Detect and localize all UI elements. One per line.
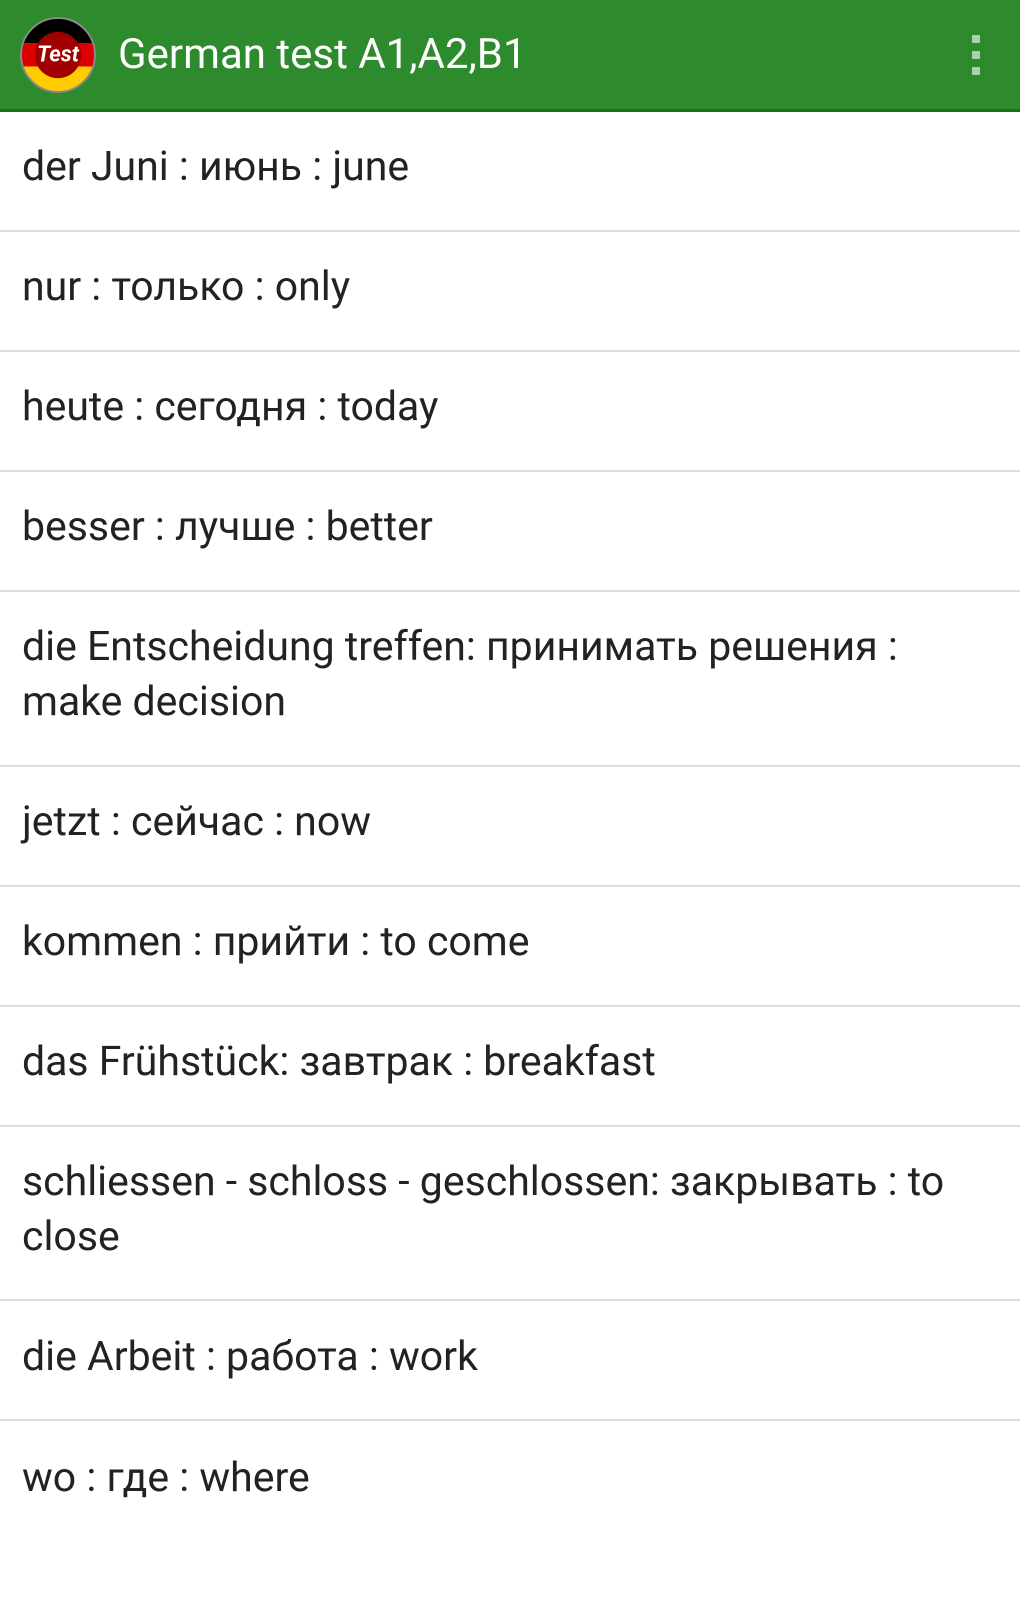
list-item[interactable]: die Arbeit : работа : work bbox=[0, 1301, 1020, 1421]
list-item[interactable]: heute : сегодня : today bbox=[0, 352, 1020, 472]
app-title: German test A1,A2,B1 bbox=[118, 30, 952, 79]
vocabulary-list: der Juni : июнь : june nur : только : on… bbox=[0, 112, 1020, 1604]
list-item[interactable]: wo : где : where bbox=[0, 1421, 1020, 1541]
list-item[interactable]: besser : лучше : better bbox=[0, 472, 1020, 592]
vocabulary-entry: die Arbeit : работа : work bbox=[22, 1330, 478, 1385]
vocabulary-entry: heute : сегодня : today bbox=[22, 380, 438, 435]
list-item[interactable]: nur : только : only bbox=[0, 232, 1020, 352]
app-header: German test A1,A2,B1 bbox=[0, 0, 1020, 112]
vocabulary-entry: wo : где : where bbox=[22, 1451, 310, 1506]
list-item[interactable]: die Entscheidung treffen: принимать реше… bbox=[0, 592, 1020, 767]
vocabulary-entry: die Entscheidung treffen: принимать реше… bbox=[22, 620, 998, 731]
vocabulary-entry: das Frühstück: завтрак : breakfast bbox=[22, 1035, 656, 1090]
list-item[interactable]: kommen : прийти : to come bbox=[0, 887, 1020, 1007]
vocabulary-entry: nur : только : only bbox=[22, 260, 350, 315]
vocabulary-entry: jetzt : сейчас : now bbox=[22, 795, 371, 850]
vocabulary-entry: kommen : прийти : to come bbox=[22, 915, 530, 970]
app-icon bbox=[20, 17, 96, 93]
vocabulary-entry: besser : лучше : better bbox=[22, 500, 433, 555]
overflow-dot-icon bbox=[972, 35, 980, 43]
overflow-menu-button[interactable] bbox=[952, 31, 1000, 79]
vocabulary-entry: der Juni : июнь : june bbox=[22, 140, 409, 195]
list-item[interactable]: das Frühstück: завтрак : breakfast bbox=[0, 1007, 1020, 1127]
overflow-dot-icon bbox=[972, 51, 980, 59]
list-item[interactable]: der Juni : июнь : june bbox=[0, 112, 1020, 232]
list-item[interactable]: schliessen - schloss - geschlossen: закр… bbox=[0, 1127, 1020, 1302]
vocabulary-entry: schliessen - schloss - geschlossen: закр… bbox=[22, 1155, 998, 1266]
overflow-dot-icon bbox=[972, 67, 980, 75]
list-item[interactable]: jetzt : сейчас : now bbox=[0, 767, 1020, 887]
